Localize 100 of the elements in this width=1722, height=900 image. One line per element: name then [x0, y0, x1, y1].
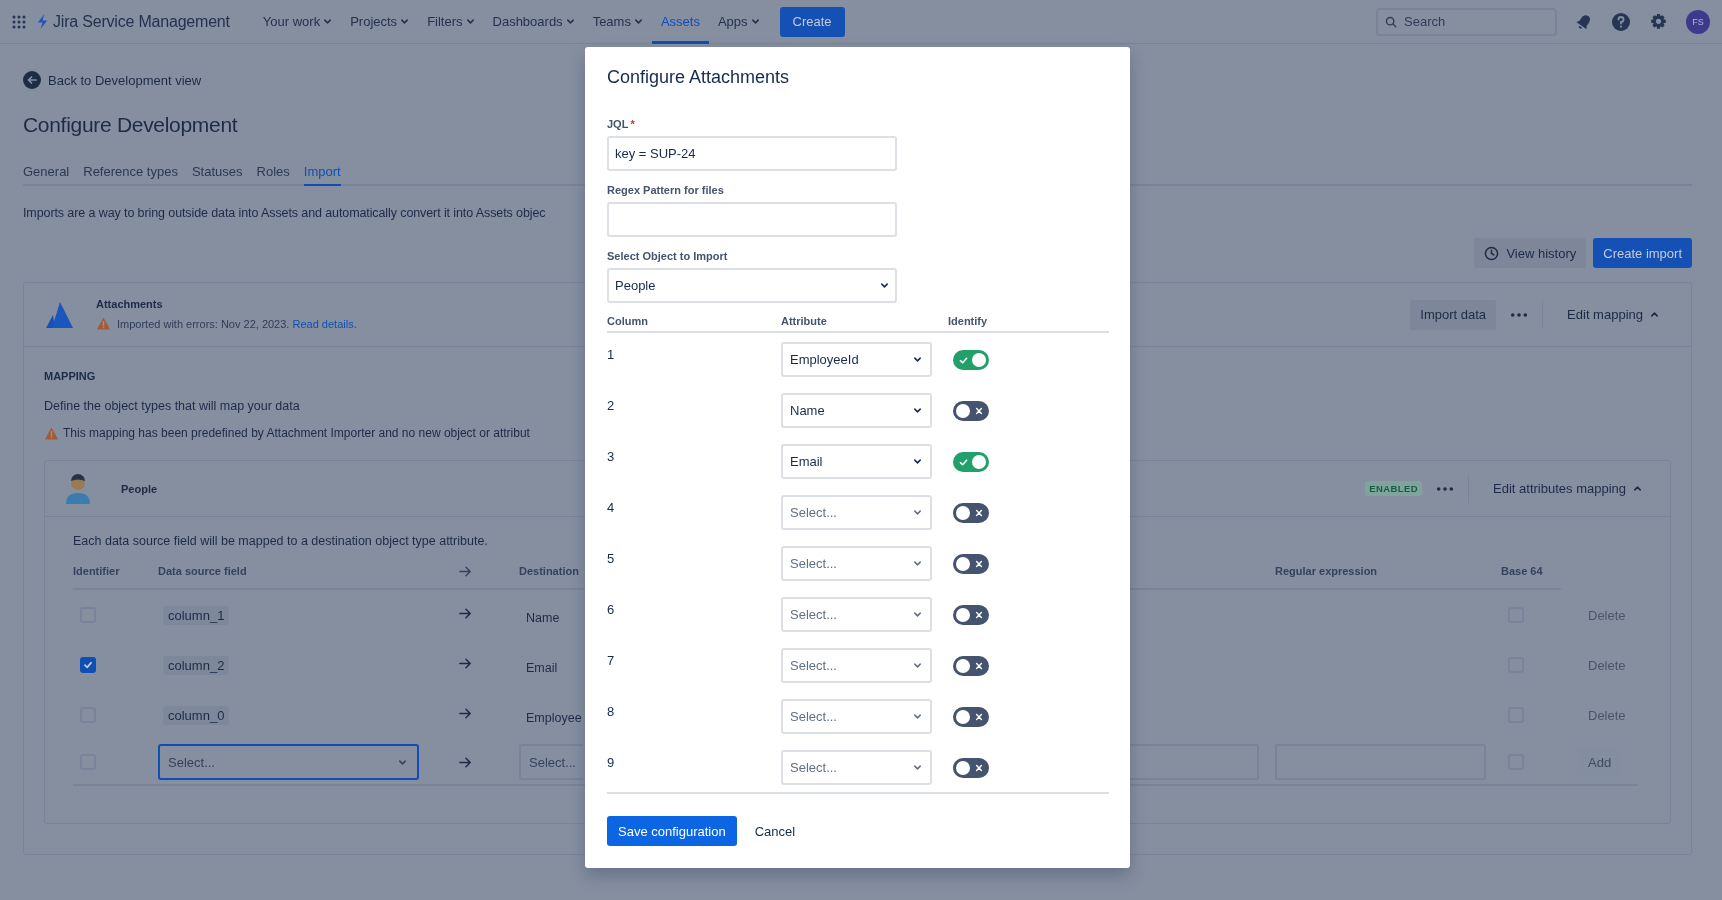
search-field[interactable]: Search: [1376, 7, 1557, 36]
attribute-select[interactable]: Select...: [781, 495, 932, 530]
lightning-bolt-icon: [36, 13, 49, 30]
attribute-select[interactable]: Select...: [781, 648, 932, 683]
edit-attributes-button[interactable]: Edit attributes mapping: [1483, 473, 1652, 504]
bell-icon[interactable]: [1575, 12, 1593, 31]
attribute-select[interactable]: Select...: [781, 546, 932, 581]
nav-item[interactable]: Assets: [651, 0, 709, 44]
create-import-button[interactable]: Create import: [1593, 238, 1692, 268]
attribute-select[interactable]: EmployeeId: [781, 342, 932, 377]
attribute-select[interactable]: Select...: [781, 597, 932, 632]
identify-toggle[interactable]: [953, 554, 989, 574]
cross-icon: [975, 662, 983, 670]
attribute-select[interactable]: Name: [781, 393, 932, 428]
destination-select[interactable]: Select...: [519, 744, 583, 780]
person-icon: [65, 473, 91, 504]
tab[interactable]: Statuses: [191, 164, 243, 186]
create-button[interactable]: Create: [779, 6, 845, 37]
chevron-up-icon: [1633, 484, 1642, 493]
identifier-checkbox[interactable]: [80, 657, 96, 673]
chevron-down-icon: [565, 17, 575, 26]
source-select[interactable]: Select...: [158, 744, 419, 780]
cancel-button[interactable]: Cancel: [744, 816, 806, 846]
chevron-down-icon: [913, 355, 922, 364]
attribute-select[interactable]: Select...: [781, 699, 932, 734]
cross-icon: [975, 509, 983, 517]
nav-item[interactable]: Apps: [708, 0, 769, 44]
settings-icon[interactable]: [1649, 12, 1668, 31]
nav-item[interactable]: Dashboards: [483, 0, 584, 44]
arrow-right-icon: [458, 606, 473, 621]
attribute-select[interactable]: Select...: [781, 750, 932, 785]
delete-button[interactable]: Delete: [1588, 707, 1626, 723]
column-number: 8: [607, 703, 616, 719]
column-number: 6: [607, 601, 616, 617]
tab[interactable]: Roles: [256, 164, 290, 186]
more-icon[interactable]: [1510, 311, 1529, 318]
destination-attribute: Name: [526, 610, 560, 625]
help-icon[interactable]: [1611, 11, 1631, 32]
column-header: Column: [607, 315, 649, 327]
tab[interactable]: Import: [303, 164, 341, 186]
user-avatar[interactable]: FS: [1686, 9, 1710, 34]
more-icon[interactable]: [1436, 485, 1455, 492]
app-grid-icon[interactable]: [12, 14, 26, 29]
source-field-tag: column_0: [163, 705, 230, 725]
chevron-down-icon: [913, 559, 922, 568]
read-details-link[interactable]: Read details.: [292, 317, 357, 330]
clock-icon: [1484, 245, 1500, 261]
nav-item[interactable]: Projects: [341, 0, 419, 44]
cross-icon: [975, 611, 983, 619]
chevron-down-icon: [913, 712, 922, 721]
chevron-down-icon: [913, 406, 922, 415]
warning-icon: [44, 425, 59, 441]
import-name: Attachments: [96, 298, 164, 310]
column-header: Base 64: [1501, 565, 1543, 577]
cross-icon: [975, 713, 983, 721]
chevron-down-icon: [913, 661, 922, 670]
warning-icon: [96, 316, 111, 331]
required-mark: *: [630, 118, 635, 130]
tab[interactable]: General: [23, 164, 70, 186]
object-select[interactable]: People: [607, 268, 897, 303]
edit-mapping-button[interactable]: Edit mapping: [1557, 299, 1669, 330]
object-type-name: People: [121, 482, 158, 495]
arrow-right-icon: [458, 656, 473, 671]
view-history-button[interactable]: View history: [1474, 238, 1587, 268]
identify-toggle[interactable]: [953, 350, 989, 370]
column-header: Regular expression: [1275, 565, 1378, 577]
column-number: 3: [607, 448, 616, 464]
identify-toggle[interactable]: [953, 401, 989, 421]
tab[interactable]: Reference types: [83, 164, 178, 186]
import-data-button[interactable]: Import data: [1410, 299, 1497, 330]
identify-toggle[interactable]: [953, 656, 989, 676]
delete-button[interactable]: Delete: [1588, 607, 1626, 623]
cross-icon: [975, 764, 983, 772]
destination-attribute: Email: [526, 660, 558, 675]
identify-toggle[interactable]: [953, 707, 989, 727]
field-label: Regex Pattern for files: [607, 184, 724, 196]
input-field[interactable]: key = SUP-24: [607, 136, 897, 171]
save-button[interactable]: Save configuration: [607, 816, 737, 846]
source-field-tag: column_2: [163, 655, 230, 675]
check-icon: [959, 355, 968, 365]
identify-toggle[interactable]: [953, 605, 989, 625]
product-name[interactable]: Jira Service Management: [53, 12, 230, 31]
nav-item[interactable]: Teams: [583, 0, 652, 44]
chevron-down-icon: [400, 17, 410, 26]
nav-item[interactable]: Filters: [418, 0, 484, 44]
identify-toggle[interactable]: [953, 452, 989, 472]
section-heading: MAPPING: [44, 369, 96, 383]
attribute-select[interactable]: Email: [781, 444, 932, 479]
back-link[interactable]: Back to Development view: [23, 70, 202, 90]
arrow-right-icon: [458, 706, 473, 721]
field-label: Select Object to Import: [607, 250, 728, 262]
chevron-down-icon: [323, 17, 333, 26]
column-header: Identify: [948, 315, 989, 327]
identify-toggle[interactable]: [953, 503, 989, 523]
nav-item[interactable]: Your work: [253, 0, 342, 44]
delete-button[interactable]: Delete: [1588, 657, 1626, 673]
check-icon: [83, 660, 93, 670]
column-number: 7: [607, 652, 616, 668]
identify-toggle[interactable]: [953, 758, 989, 778]
chevron-down-icon: [750, 17, 760, 26]
